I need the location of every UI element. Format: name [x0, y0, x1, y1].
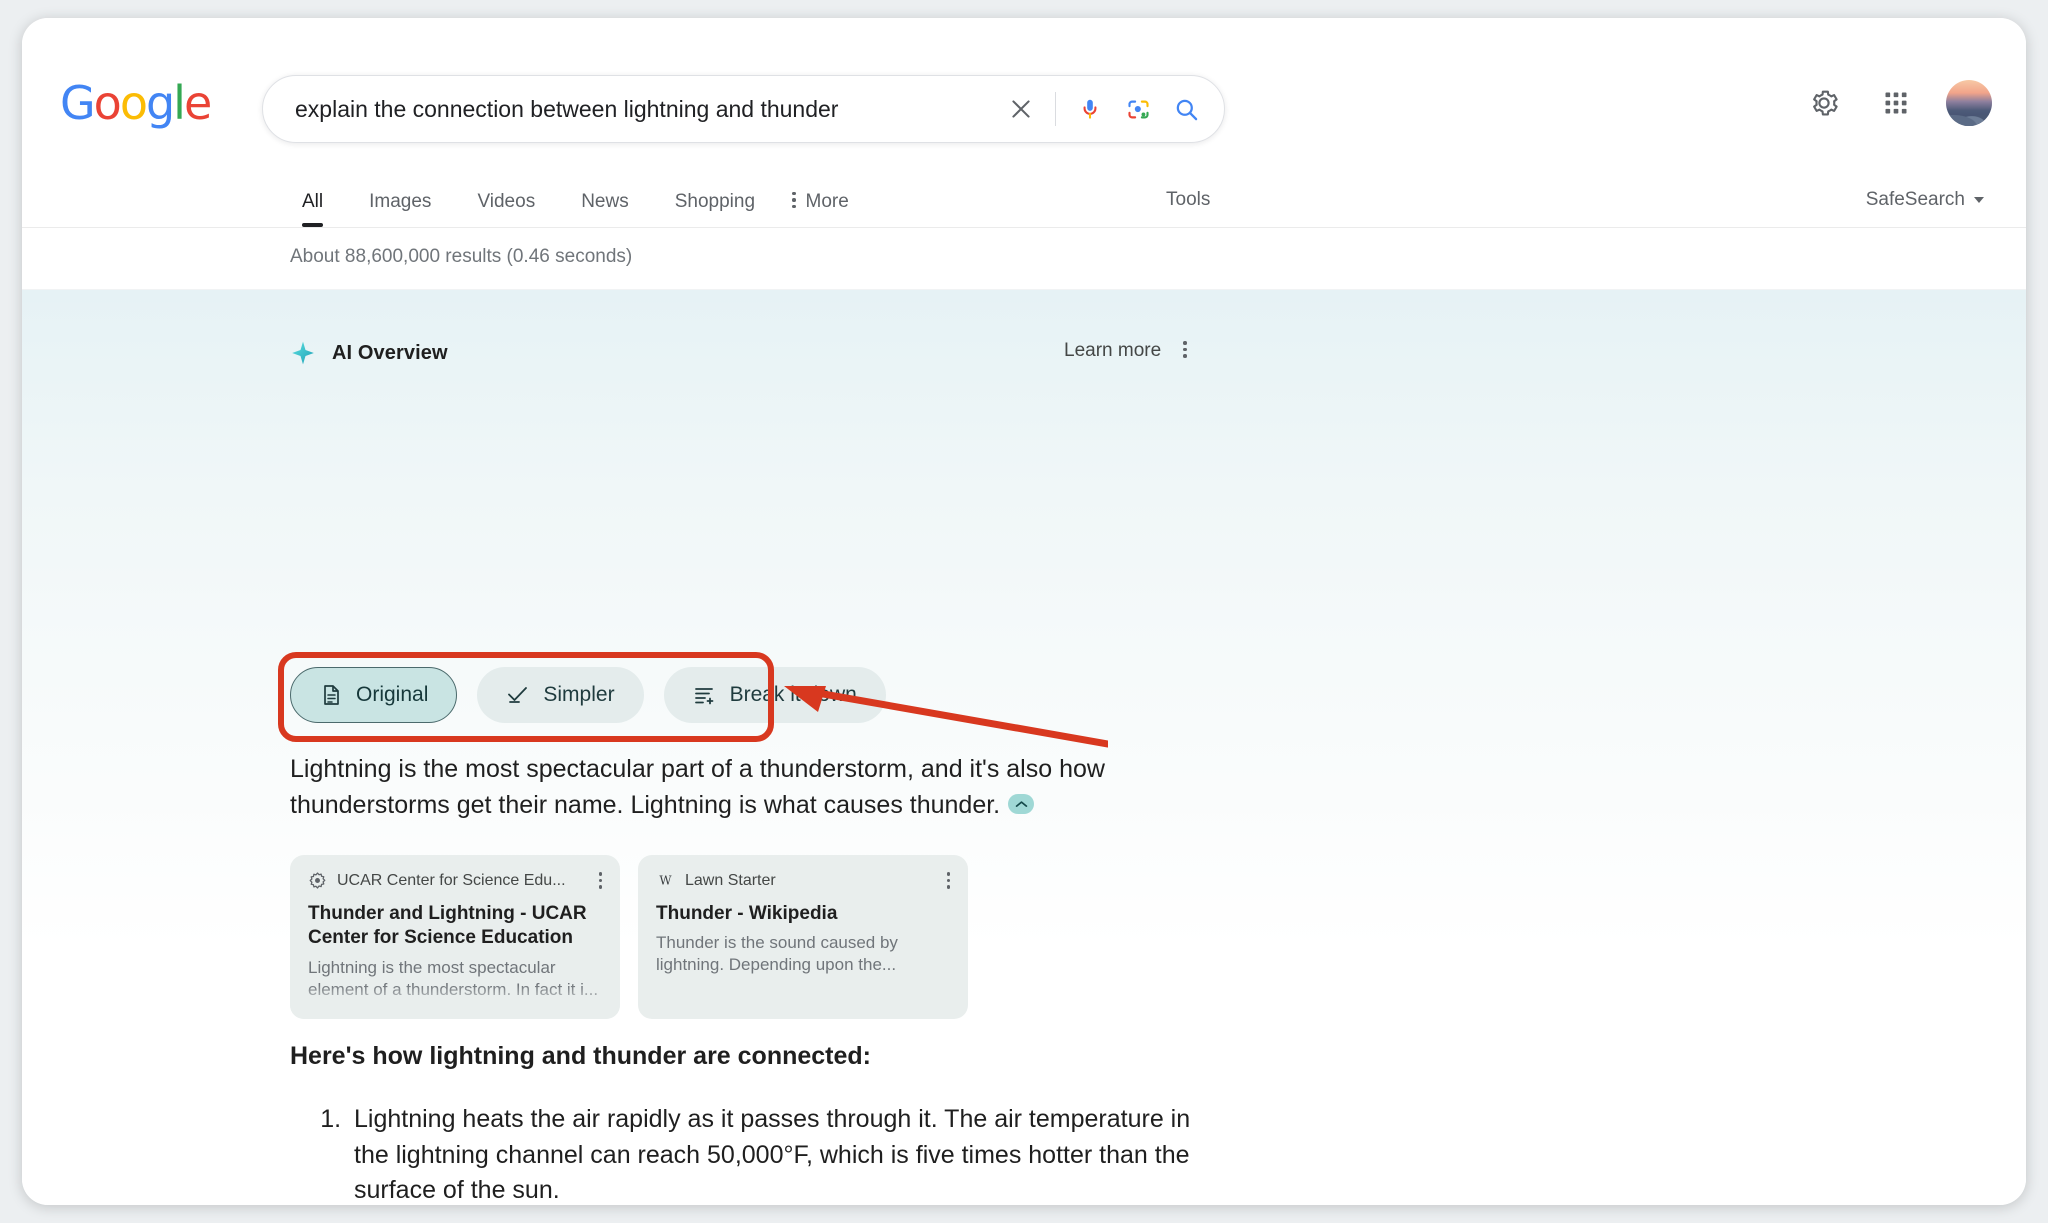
tab-images[interactable]: Images — [346, 192, 454, 227]
list-item: Lightning heats the air rapidly as it pa… — [348, 1102, 1195, 1205]
ai-overview-chip-row: Original Simpler Break it down — [290, 667, 886, 723]
more-vert-icon — [792, 191, 796, 212]
ai-overview-intro-text: Lightning is the most spectacular part o… — [290, 755, 1105, 819]
search-box[interactable] — [262, 75, 1225, 143]
ai-sparkle-icon — [292, 341, 314, 365]
source-card-overflow[interactable] — [946, 872, 950, 889]
close-icon — [1012, 100, 1030, 118]
source-card-header: W Lawn Starter — [656, 871, 950, 890]
source-card-site: Lawn Starter — [685, 871, 776, 889]
ai-overview-intro: Lightning is the most spectacular part o… — [290, 752, 1250, 823]
tab-more[interactable]: More — [778, 191, 872, 228]
tab-label: Shopping — [674, 191, 756, 212]
source-card[interactable]: W Lawn Starter Thunder - Wikipedia Thund… — [638, 855, 968, 1019]
tab-videos[interactable]: Videos — [454, 192, 558, 227]
safesearch-label: SafeSearch — [1865, 189, 1965, 210]
chevron-up-icon — [1015, 800, 1027, 807]
google-logo[interactable]: Google — [60, 80, 212, 126]
chip-simpler[interactable]: Simpler — [477, 667, 644, 723]
source-card-snippet: Lightning is the most spectacular elemen… — [308, 957, 599, 999]
ai-overview-header: AI Overview — [290, 340, 448, 366]
simplify-checkmark-icon — [508, 687, 528, 703]
search-input[interactable] — [263, 95, 997, 123]
search-nav-bar: All Images Videos News Shopping More Too… — [22, 168, 2026, 228]
microphone-icon — [1083, 99, 1097, 119]
search-icon — [1176, 99, 1197, 120]
source-card-overflow[interactable] — [598, 872, 602, 889]
ai-overview-section-heading: Here's how lightning and thunder are con… — [290, 1042, 871, 1070]
learn-more-label: Learn more — [1064, 340, 1162, 361]
ai-overview-title: AI Overview — [332, 341, 448, 364]
tab-all[interactable]: All — [294, 192, 346, 227]
voice-search-button[interactable] — [1066, 85, 1114, 133]
learn-more-button[interactable]: Learn more — [1064, 340, 1187, 362]
result-count: About 88,600,000 results (0.46 seconds) — [290, 246, 633, 267]
header-actions — [1802, 80, 1992, 126]
tab-news[interactable]: News — [558, 192, 652, 227]
settings-button[interactable] — [1802, 81, 1846, 125]
more-vert-icon[interactable] — [1183, 341, 1187, 361]
svg-text:W: W — [659, 873, 672, 887]
source-card[interactable]: UCAR Center for Science Edu... Thunder a… — [290, 855, 620, 1019]
result-stats-bar: About 88,600,000 results (0.46 seconds) — [22, 228, 2026, 290]
source-card-title: Thunder and Lightning - UCAR Center for … — [308, 903, 587, 949]
wikipedia-w-favicon: W — [659, 873, 672, 887]
source-card-site: UCAR Center for Science Edu... — [337, 871, 566, 889]
google-apps-button[interactable] — [1874, 81, 1918, 125]
google-lens-icon — [1127, 100, 1149, 118]
ai-overview-source-cards: UCAR Center for Science Edu... Thunder a… — [290, 855, 968, 1019]
tab-label: Images — [369, 191, 432, 212]
tools-button[interactable]: Tools — [1166, 189, 1210, 211]
tab-label: All — [302, 191, 324, 212]
safesearch-button[interactable]: SafeSearch — [1866, 189, 1984, 211]
ai-overview-panel: AI Overview Learn more Original Simpler … — [22, 290, 2026, 1205]
chip-original[interactable]: Original — [290, 667, 458, 723]
user-avatar[interactable] — [1946, 80, 1992, 126]
chip-break-it-down[interactable]: Break it down — [663, 667, 886, 723]
lens-search-button[interactable] — [1114, 85, 1162, 133]
search-divider — [1055, 92, 1056, 126]
screenshot-root: Google explain the connection between li… — [0, 0, 2048, 1223]
search-submit-button[interactable] — [1162, 85, 1210, 133]
list-item-text: Lightning heats the air rapidly as it pa… — [354, 1105, 1191, 1204]
gear-favicon — [309, 872, 326, 889]
apps-grid-icon — [1885, 92, 1907, 114]
ai-overview-list: Lightning heats the air rapidly as it pa… — [290, 1102, 1195, 1205]
chevron-down-icon — [1974, 197, 1984, 203]
tab-label: News — [581, 191, 629, 212]
chip-label: Simpler — [543, 683, 615, 706]
chip-label: Break it down — [729, 683, 857, 706]
browser-page: Google explain the connection between li… — [22, 18, 2026, 1205]
source-card-snippet: Thunder is the sound caused by lightning… — [656, 933, 898, 975]
document-icon — [324, 685, 339, 705]
list-add-icon — [694, 688, 713, 705]
tab-shopping[interactable]: Shopping — [652, 192, 778, 227]
tab-label: Videos — [477, 191, 536, 212]
tab-label: More — [805, 191, 849, 212]
search-header: Google — [22, 18, 2026, 168]
clear-search-button[interactable] — [997, 85, 1045, 133]
source-card-header: UCAR Center for Science Edu... — [308, 871, 602, 890]
gear-icon — [1813, 90, 1838, 116]
intro-collapse-toggle[interactable] — [1008, 794, 1035, 814]
source-card-title: Thunder - Wikipedia — [656, 903, 838, 924]
search-tabs: All Images Videos News Shopping More — [294, 167, 872, 227]
chip-label: Original — [356, 683, 429, 706]
